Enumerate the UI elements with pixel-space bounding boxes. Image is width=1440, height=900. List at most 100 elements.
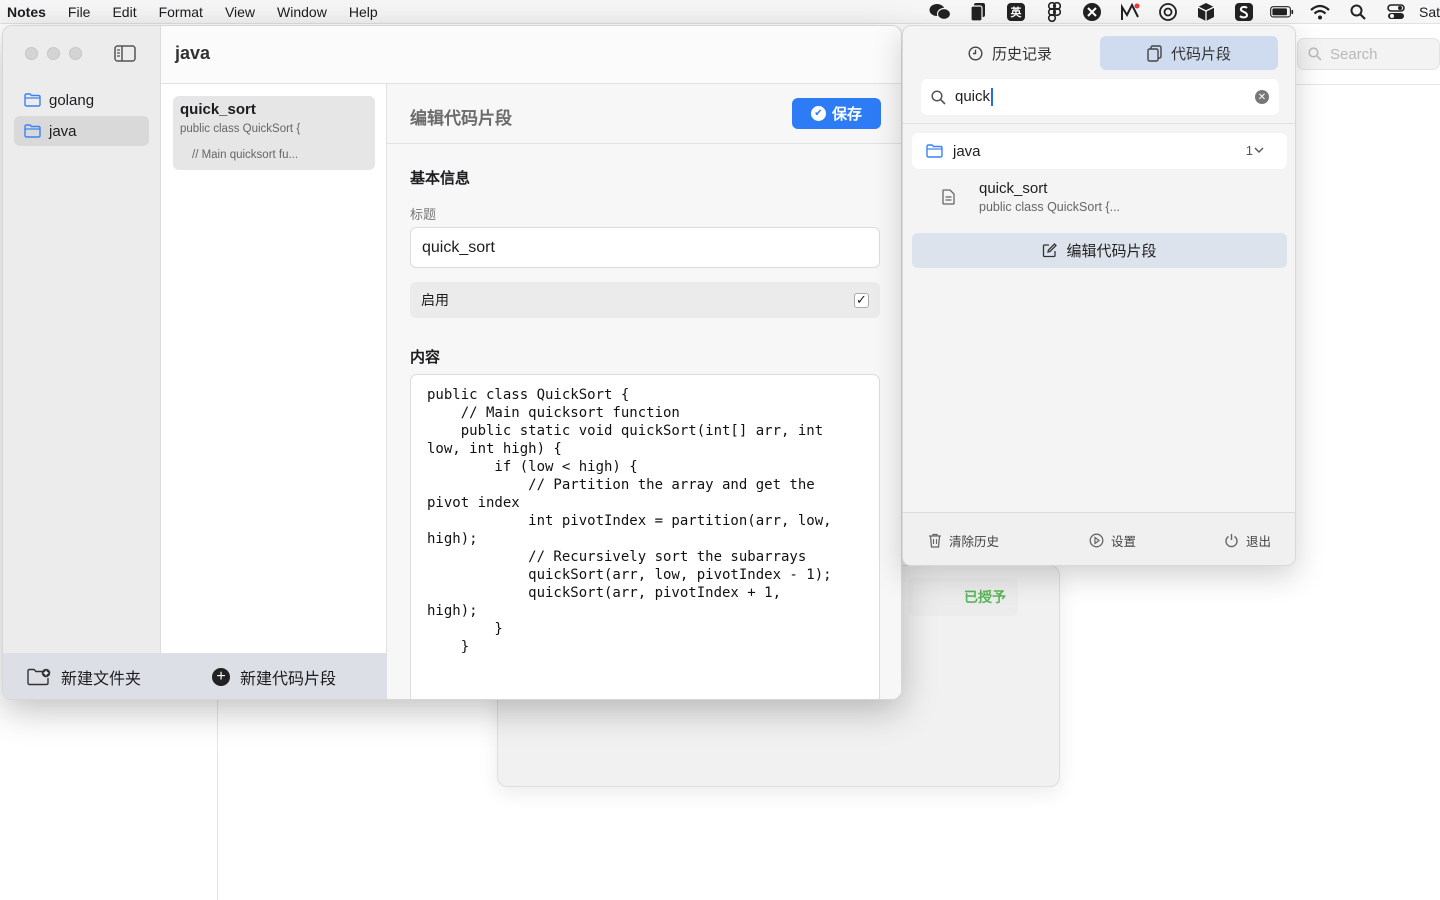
spotlight-search-icon[interactable]	[1346, 2, 1370, 22]
menu-view[interactable]: View	[214, 4, 266, 20]
snippet-preview-line: public class QuickSort {	[180, 123, 301, 135]
code-editor[interactable]: public class QuickSort { // Main quickso…	[410, 374, 880, 699]
clock-icon	[968, 45, 983, 61]
clear-history-button[interactable]: 清除历史	[928, 531, 999, 550]
search-value: quick	[955, 88, 993, 107]
code-line: public static void quickSort(int[] arr, …	[427, 423, 824, 439]
edit-snippet-button[interactable]: 编辑代码片段	[912, 233, 1287, 268]
search-icon	[931, 89, 946, 105]
quit-button[interactable]: 退出	[1224, 531, 1271, 550]
enable-checkbox[interactable]: ✓	[854, 292, 869, 308]
box-icon[interactable]	[1194, 2, 1218, 22]
menu-bar: Notes File Edit Format View Window Help …	[0, 0, 1440, 24]
editor-header: 编辑代码片段 ✔ 保存	[387, 84, 901, 144]
zoom-window-button[interactable]	[69, 47, 82, 60]
window-controls	[25, 47, 82, 60]
menu-help[interactable]: Help	[338, 4, 389, 20]
enable-label: 启用	[421, 292, 449, 308]
background-rule	[1296, 84, 1440, 85]
group-label: java	[953, 142, 981, 160]
edit-icon	[1043, 243, 1058, 258]
menu-edit[interactable]: Edit	[101, 4, 147, 20]
code-line: quickSort(arr, pivotIndex + 1,	[427, 585, 782, 601]
menu-window[interactable]: Window	[266, 4, 338, 20]
code-line: if (low < high) {	[427, 459, 638, 475]
new-folder-button[interactable]: 新建文件夹	[3, 653, 161, 699]
tab-history[interactable]: 历史记录	[921, 36, 1099, 70]
snippet-preview-line: // Main quicksort fu...	[192, 149, 299, 161]
group-count: 1	[1245, 143, 1253, 158]
sidebar-toggle-icon[interactable]	[114, 45, 136, 62]
check-circle-icon: ✔	[810, 106, 826, 121]
clear-search-icon[interactable]: ✕	[1255, 90, 1269, 104]
save-button[interactable]: ✔ 保存	[792, 98, 881, 129]
snippet-editor: 编辑代码片段 ✔ 保存 基本信息 标题 quick_sort 启用 ✓ 内容 p…	[387, 84, 901, 699]
result-title: quick_sort	[979, 179, 1048, 197]
battery-icon[interactable]	[1270, 2, 1294, 22]
wechat-icon[interactable]	[928, 2, 952, 22]
popover-divider	[903, 123, 1295, 124]
menu-app-name[interactable]: Notes	[0, 4, 57, 20]
scripts-icon[interactable]	[1232, 2, 1256, 22]
code-line: }	[427, 621, 503, 637]
xcode-icon[interactable]	[1080, 2, 1104, 22]
clipboard-app-icon[interactable]	[966, 2, 990, 22]
editor-heading: 编辑代码片段	[410, 109, 512, 128]
close-window-button[interactable]	[25, 47, 38, 60]
settings-button[interactable]: 设置	[1089, 531, 1136, 550]
plus-circle-icon: +	[211, 668, 230, 686]
save-label: 保存	[831, 106, 862, 123]
title-bar: java	[161, 26, 901, 84]
enable-toggle-row[interactable]: 启用 ✓	[410, 282, 880, 318]
sidebar-item-label: java	[49, 122, 77, 140]
new-snippet-button[interactable]: + 新建代码片段	[161, 653, 387, 699]
background-search-placeholder: Search	[1330, 45, 1378, 63]
result-group-java[interactable]: java 1	[912, 133, 1287, 169]
sidebar-item-golang[interactable]: golang	[14, 85, 149, 115]
new-folder-label: 新建文件夹	[61, 671, 142, 688]
basic-info-title: 基本信息	[410, 170, 471, 187]
title-input[interactable]: quick_sort	[410, 227, 880, 268]
openai-icon[interactable]	[1156, 2, 1180, 22]
background-divider	[217, 700, 218, 900]
popover-footer: 清除历史 设置 退出	[903, 512, 1295, 565]
snippet-list-item[interactable]: quick_sort public class QuickSort { // M…	[173, 96, 375, 170]
wifi-icon[interactable]	[1308, 2, 1332, 22]
stats-icon[interactable]	[1118, 2, 1142, 22]
settings-label: 设置	[1111, 535, 1137, 549]
edit-snippet-label: 编辑代码片段	[1066, 243, 1157, 260]
tab-snippets-label: 代码片段	[1170, 45, 1231, 63]
granted-status-badge: 已授予	[908, 578, 1018, 616]
minimize-window-button[interactable]	[47, 47, 60, 60]
settings-icon	[1089, 533, 1104, 548]
chevron-down-icon[interactable]	[1253, 144, 1265, 156]
background-search-field[interactable]: Search	[1297, 38, 1440, 70]
code-line: quickSort(arr, low, pivotIndex - 1);	[427, 567, 832, 583]
new-folder-icon	[27, 668, 51, 686]
menu-format[interactable]: Format	[148, 4, 214, 20]
tab-history-label: 历史记录	[991, 45, 1052, 63]
status-tray: 英 Sat	[921, 0, 1440, 24]
code-line: // Main quicksort function	[427, 405, 680, 421]
tab-snippets[interactable]: 代码片段	[1100, 36, 1278, 70]
snippet-list: quick_sort public class QuickSort { // M…	[161, 84, 387, 699]
search-icon	[1308, 47, 1322, 61]
window-title: java	[175, 43, 211, 63]
control-center-icon[interactable]	[1384, 2, 1408, 22]
code-line: }	[427, 639, 470, 655]
snippet-popover: 历史记录 代码片段 quick ✕ java 1 quick_sort publ…	[902, 25, 1296, 566]
code-line: // Recursively sort the subarrays	[427, 549, 807, 565]
search-result-item[interactable]: quick_sort public class QuickSort {...	[912, 174, 1287, 219]
quit-label: 退出	[1246, 535, 1272, 549]
clear-history-label: 清除历史	[949, 535, 1000, 549]
content-title: 内容	[410, 349, 441, 366]
sidebar-item-java[interactable]: java	[14, 116, 149, 146]
popover-search-input[interactable]: quick ✕	[921, 79, 1279, 115]
popover-tabs: 历史记录 代码片段	[903, 26, 1295, 81]
trash-icon	[929, 533, 941, 548]
input-method-icon[interactable]: 英	[1004, 2, 1028, 22]
menu-file[interactable]: File	[57, 4, 102, 20]
code-line: public class QuickSort {	[427, 387, 630, 403]
figma-icon[interactable]	[1042, 2, 1066, 22]
clock-text[interactable]: Sat	[1419, 4, 1440, 20]
